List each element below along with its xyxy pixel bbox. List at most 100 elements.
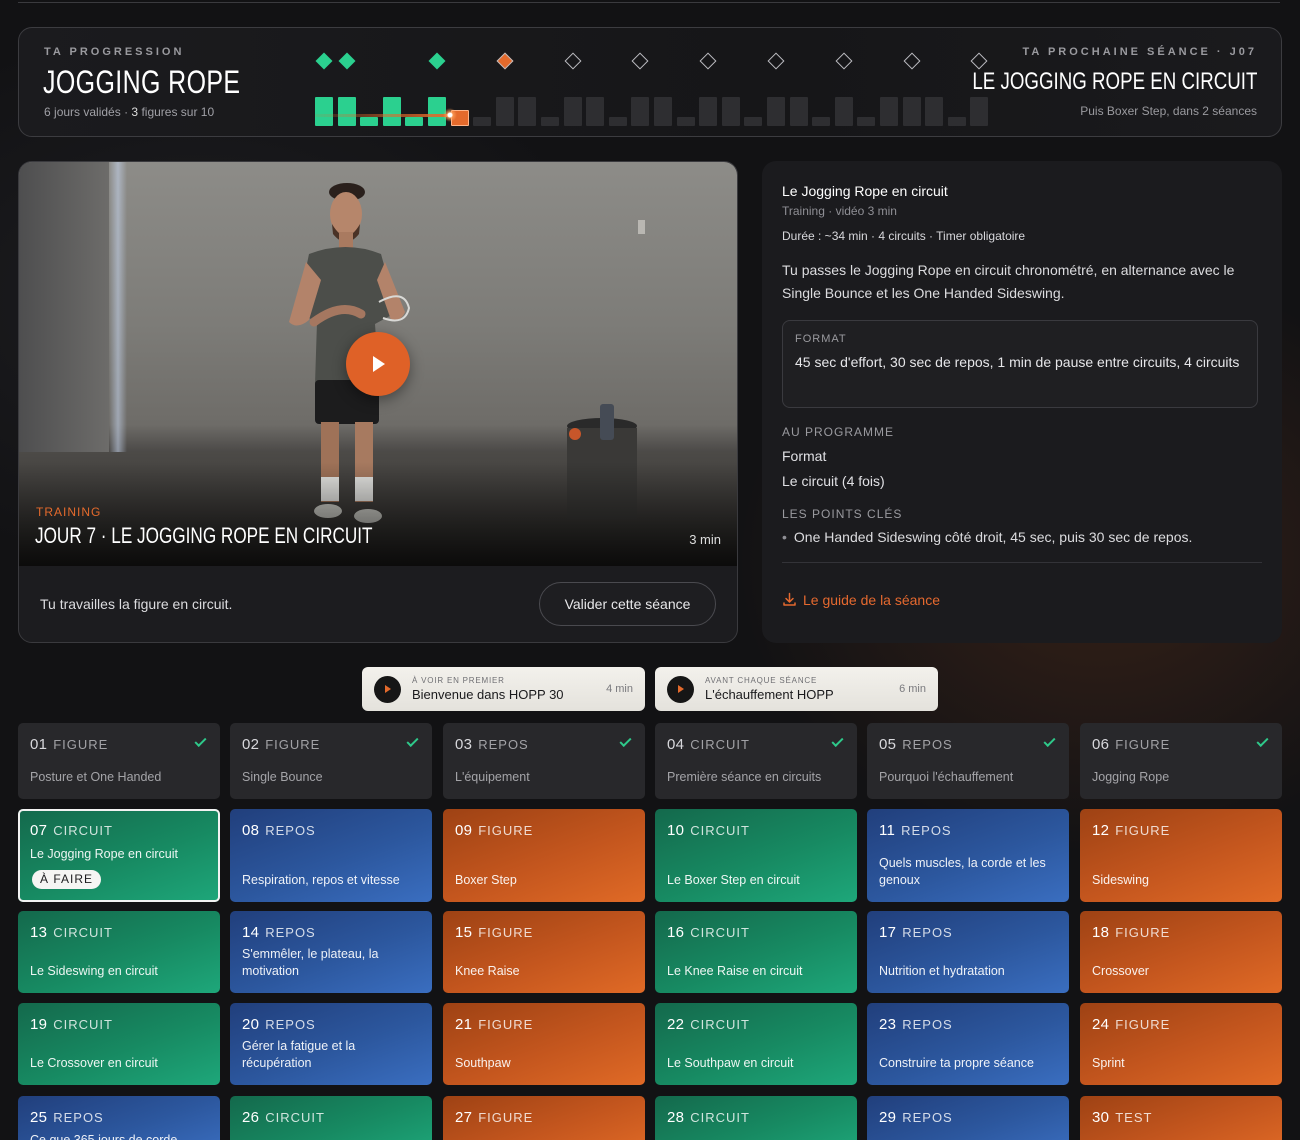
validate-session-button[interactable]: Valider cette séance xyxy=(539,582,716,626)
day-tile[interactable]: 01 FIGURE Posture et One Handed xyxy=(18,723,220,799)
day-number: 03 REPOS xyxy=(455,736,529,753)
day-number: 21 FIGURE xyxy=(455,1016,534,1033)
day-tile[interactable]: 06 FIGURE Jogging Rope xyxy=(1080,723,1282,799)
day-tile[interactable]: 24 FIGURE Sprint xyxy=(1080,1003,1282,1085)
figure-diamond-icon xyxy=(699,52,717,70)
day-tile[interactable]: 02 FIGURE Single Bounce xyxy=(230,723,432,799)
video-kicker: TRAINING xyxy=(36,505,102,519)
day-number: 29 REPOS xyxy=(879,1109,953,1126)
day-number: 24 FIGURE xyxy=(1092,1016,1171,1033)
format-box: FORMAT 45 sec d'effort, 30 sec de repos,… xyxy=(782,320,1258,408)
timeline-bar xyxy=(586,97,605,126)
session-guide-link[interactable]: Le guide de la séance xyxy=(782,592,940,608)
day-tile[interactable]: 14 REPOS S'emmêler, le plateau, la motiva… xyxy=(230,911,432,993)
timeline-bar xyxy=(812,117,831,126)
figure-diamond-icon xyxy=(970,52,988,70)
day-tile[interactable]: 27 FIGURE xyxy=(443,1096,645,1140)
timeline-bar xyxy=(970,97,989,126)
day-tile[interactable]: 04 CIRCUIT Première séance en circuits xyxy=(655,723,857,799)
timeline-bar xyxy=(744,117,763,126)
intro-kicker: AVANT CHAQUE SÉANCE xyxy=(705,676,818,685)
day-tile[interactable]: 16 CIRCUIT Le Knee Raise en circuit xyxy=(655,911,857,993)
day-number: 22 CIRCUIT xyxy=(667,1016,750,1033)
timeline-bar xyxy=(857,117,876,126)
check-icon xyxy=(619,734,632,748)
day-label: Sideswing xyxy=(1092,873,1149,887)
timeline-bar xyxy=(495,97,514,126)
timeline-bar xyxy=(563,97,582,126)
day-tile[interactable]: 12 FIGURE Sideswing xyxy=(1080,809,1282,902)
day-tile[interactable]: 26 CIRCUIT xyxy=(230,1096,432,1140)
day-tile[interactable]: 03 REPOS L'équipement xyxy=(443,723,645,799)
intro-video-warmup[interactable]: AVANT CHAQUE SÉANCE L'échauffement HOPP … xyxy=(655,667,938,711)
day-tile[interactable]: 23 REPOS Construire ta propre séance xyxy=(867,1003,1069,1085)
check-icon xyxy=(406,734,419,748)
day-tile[interactable]: 21 FIGURE Southpaw xyxy=(443,1003,645,1085)
figure-diamond-icon xyxy=(338,52,356,70)
day-label: Crossover xyxy=(1092,964,1149,978)
day-number: 26 CIRCUIT xyxy=(242,1109,325,1126)
day-number: 16 CIRCUIT xyxy=(667,924,750,941)
day-label: Le Boxer Step en circuit xyxy=(667,873,800,887)
day-tile[interactable]: 11 REPOS Quels muscles, la corde et les g… xyxy=(867,809,1069,902)
day-tile[interactable]: 22 CIRCUIT Le Southpaw en circuit xyxy=(655,1003,857,1085)
day-number: 07 CIRCUIT xyxy=(30,822,113,839)
day-number: 17 REPOS xyxy=(879,924,953,941)
figure-diamond-icon xyxy=(315,52,333,70)
progress-title: JOGGING ROPE xyxy=(43,64,241,100)
next-session-subtitle: Puis Boxer Step, dans 2 séances xyxy=(1080,104,1257,118)
day-label: Boxer Step xyxy=(455,873,517,887)
day-number: 13 CIRCUIT xyxy=(30,924,113,941)
day-label: Respiration, repos et vitesse xyxy=(242,873,400,887)
check-icon xyxy=(831,734,844,748)
day-number: 06 FIGURE xyxy=(1092,736,1171,753)
play-icon xyxy=(667,676,694,703)
day-tile[interactable]: 15 FIGURE Knee Raise xyxy=(443,911,645,993)
progress-summary: 6 jours validés · 3 figures sur 10 xyxy=(44,105,215,119)
day-tile[interactable]: 09 FIGURE Boxer Step xyxy=(443,809,645,902)
timeline-bar xyxy=(880,97,898,126)
day-tile[interactable]: 20 REPOS Gérer la fatigue et la récupérat… xyxy=(230,1003,432,1085)
day-label: Southpaw xyxy=(455,1056,511,1070)
day-tile[interactable]: 25 REPOS Ce que 365 jours de corde xyxy=(18,1096,220,1140)
figure-diamond-icon xyxy=(903,52,921,70)
day-number: 30 TEST xyxy=(1092,1109,1153,1126)
timeline-bar xyxy=(834,97,853,126)
day-tile[interactable]: 13 CIRCUIT Le Sideswing en circuit xyxy=(18,911,220,993)
day-label: Gérer la fatigue et la récupération xyxy=(242,1039,356,1070)
video-title: JOUR 7 · LE JOGGING ROPE EN CIRCUIT xyxy=(35,523,373,548)
session-details: Durée : ~34 min · 4 circuits · Timer obl… xyxy=(782,229,1026,243)
day-label: Le Southpaw en circuit xyxy=(667,1056,794,1070)
day-number: 27 FIGURE xyxy=(455,1109,534,1126)
day-number: 04 CIRCUIT xyxy=(667,736,750,753)
timeline-bar xyxy=(518,97,537,126)
day-tile[interactable]: 29 REPOS xyxy=(867,1096,1069,1140)
intro-video-welcome[interactable]: À VOIR EN PREMIER Bienvenue dans HOPP 30… xyxy=(362,667,645,711)
day-tile[interactable]: 30 TEST xyxy=(1080,1096,1282,1140)
figure-diamond-icon xyxy=(496,52,514,70)
intro-kicker: À VOIR EN PREMIER xyxy=(412,676,505,685)
figure-diamond-icon xyxy=(631,52,649,70)
day-tile[interactable]: 17 REPOS Nutrition et hydratation xyxy=(867,911,1069,993)
day-number: 20 REPOS xyxy=(242,1016,316,1033)
day-number: 28 CIRCUIT xyxy=(667,1109,750,1126)
timeline-bar xyxy=(315,97,333,126)
progress-spark xyxy=(443,108,457,122)
day-tile[interactable]: 28 CIRCUIT xyxy=(655,1096,857,1140)
intro-title: L'échauffement HOPP xyxy=(705,687,834,702)
play-icon[interactable] xyxy=(346,332,410,396)
download-icon xyxy=(783,592,796,606)
day-tile[interactable]: 10 CIRCUIT Le Boxer Step en circuit xyxy=(655,809,857,902)
day-number: 09 FIGURE xyxy=(455,822,534,839)
day-tile[interactable]: 19 CIRCUIT Le Crossover en circuit xyxy=(18,1003,220,1085)
day-tile[interactable]: 08 REPOS Respiration, repos et vitesse xyxy=(230,809,432,902)
day-tile[interactable]: 07 CIRCUIT Le Jogging Rope en circuit À FA… xyxy=(18,809,220,902)
day-tile[interactable]: 18 FIGURE Crossover xyxy=(1080,911,1282,993)
day-number: 01 FIGURE xyxy=(30,736,109,753)
timeline-bar xyxy=(699,97,718,126)
day-number: 11 REPOS xyxy=(879,822,952,839)
timeline-bar xyxy=(473,117,492,126)
timeline-bar xyxy=(654,97,672,126)
day-tile[interactable]: 05 REPOS Pourquoi l'échauffement xyxy=(867,723,1069,799)
video-thumbnail[interactable]: TRAINING JOUR 7 · LE JOGGING ROPE EN CIR… xyxy=(19,162,737,566)
